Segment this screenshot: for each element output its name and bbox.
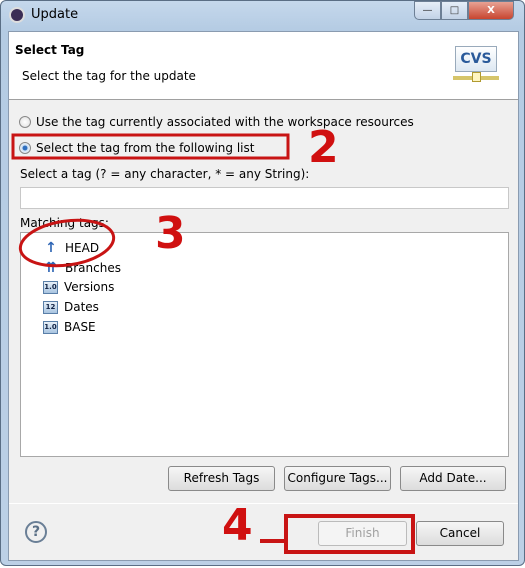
cancel-button[interactable]: Cancel [416, 521, 504, 546]
dialog-client: Select Tag Select the tag for the update… [8, 31, 519, 561]
page-description: Select the tag for the update [22, 69, 196, 83]
help-icon[interactable]: ? [25, 521, 47, 543]
maximize-button[interactable]: □ [441, 1, 468, 20]
annotation-number-3: 3 [155, 208, 186, 259]
close-button[interactable]: X [468, 1, 514, 20]
cvs-logo-icon: CVS [455, 46, 497, 72]
tree-item-dates[interactable]: 12 Dates [43, 300, 99, 314]
refresh-tags-button[interactable]: Refresh Tags [168, 466, 275, 491]
divider [9, 503, 518, 504]
add-date-button[interactable]: Add Date... [400, 466, 506, 491]
tree-item-head[interactable]: ↑ HEAD [43, 240, 99, 256]
dialog-window: Update — □ X Select Tag Select the tag f… [0, 0, 525, 566]
tree-item-base[interactable]: 1.0 BASE [43, 320, 96, 334]
page-title: Select Tag [15, 43, 85, 57]
radio-label: Select the tag from the following list [36, 141, 255, 155]
versions-icon: 1.0 [43, 280, 58, 294]
annotation-number-2: 2 [308, 122, 339, 173]
wizard-header: Select Tag Select the tag for the update… [9, 32, 518, 100]
tree-item-label: Versions [64, 280, 115, 294]
radio-label: Use the tag currently associated with th… [36, 115, 414, 129]
finish-button[interactable]: Finish [318, 521, 407, 546]
annotation-number-4: 4 [222, 500, 253, 551]
head-arrow-icon: ↑ [45, 240, 57, 256]
configure-tags-button[interactable]: Configure Tags... [284, 466, 391, 491]
radio-select-from-list[interactable]: Select the tag from the following list [19, 141, 254, 155]
tree-item-label: Dates [64, 300, 99, 314]
eclipse-app-icon [9, 7, 25, 23]
radio-circle[interactable] [19, 116, 31, 128]
radio-circle[interactable] [19, 142, 31, 154]
tree-item-label: HEAD [65, 241, 100, 255]
tree-item-versions[interactable]: 1.0 Versions [43, 280, 114, 294]
branches-icon: ⇈ [45, 260, 57, 276]
matching-tags-label: Matching tags: [20, 216, 109, 230]
window-title: Update [31, 7, 79, 22]
tree-item-label: BASE [64, 320, 96, 334]
minimize-button[interactable]: — [414, 1, 441, 20]
base-icon: 1.0 [43, 320, 58, 334]
tree-item-branches[interactable]: ⇈ Branches [43, 260, 121, 276]
dates-icon: 12 [43, 300, 58, 314]
cvs-logo-knob [472, 72, 481, 82]
radio-workspace-tag[interactable]: Use the tag currently associated with th… [19, 115, 414, 129]
tree-item-label: Branches [65, 261, 121, 275]
matching-tags-tree[interactable]: ↑ HEAD ⇈ Branches 1.0 Versions 12 Dates … [20, 232, 509, 457]
tag-filter-input[interactable] [20, 187, 509, 209]
filter-label: Select a tag (? = any character, * = any… [20, 167, 310, 181]
